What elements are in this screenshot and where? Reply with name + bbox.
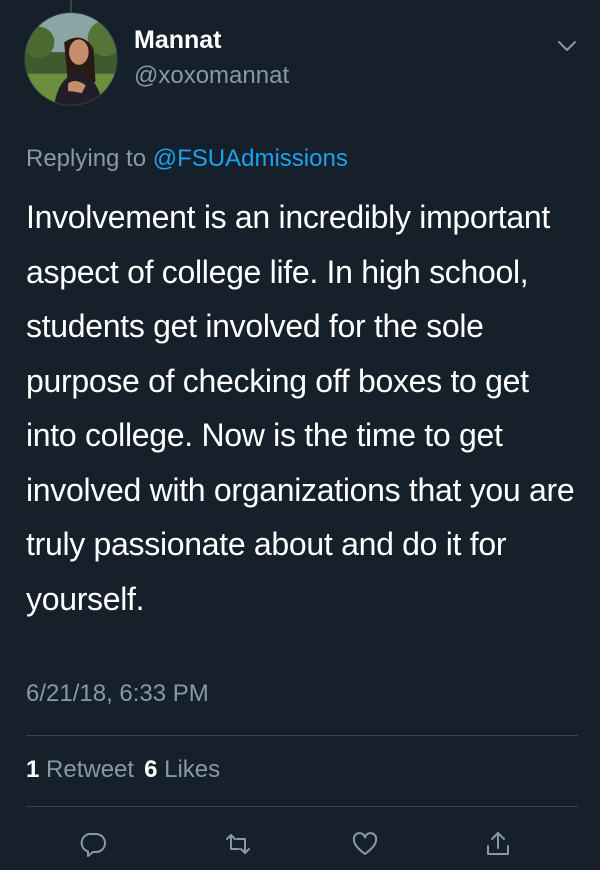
- chevron-down-icon: [558, 41, 576, 51]
- like-button[interactable]: [345, 824, 385, 864]
- reply-context-prefix: Replying to: [26, 145, 147, 172]
- retweet-count: 1: [26, 756, 40, 783]
- avatar[interactable]: [24, 12, 118, 106]
- engagement-stats: 1 Retweet 6 Likes: [26, 756, 220, 784]
- action-bar: [0, 818, 600, 866]
- likes-label: Likes: [164, 756, 221, 783]
- author-handle[interactable]: @xoxomannat: [134, 62, 289, 90]
- retweet-stat[interactable]: 1 Retweet: [26, 756, 134, 783]
- author-display-name[interactable]: Mannat: [134, 26, 222, 55]
- share-button[interactable]: [478, 824, 518, 864]
- likes-stat[interactable]: 6 Likes: [144, 756, 220, 783]
- share-icon: [487, 832, 509, 855]
- thread-connector-line: [70, 0, 72, 12]
- like-icon: [352, 832, 378, 855]
- retweet-label: Retweet: [46, 756, 135, 783]
- tweet-timestamp[interactable]: 6/21/18, 6:33 PM: [26, 680, 209, 708]
- reply-mention-link[interactable]: @FSUAdmissions: [153, 145, 348, 172]
- retweet-button[interactable]: [218, 824, 258, 864]
- reply-button[interactable]: [74, 824, 114, 864]
- avatar-photo: [25, 13, 117, 105]
- tweet-detail: Mannat @xoxomannat Replying to @FSUAdmis…: [0, 0, 600, 870]
- tweet-text: Involvement is an incredibly important a…: [26, 199, 575, 617]
- retweet-icon: [226, 834, 250, 854]
- more-options-button[interactable]: [552, 34, 582, 58]
- divider: [26, 806, 578, 807]
- divider: [26, 735, 578, 736]
- reply-context: Replying to @FSUAdmissions: [26, 145, 348, 173]
- reply-icon: [80, 832, 106, 857]
- likes-count: 6: [144, 756, 158, 783]
